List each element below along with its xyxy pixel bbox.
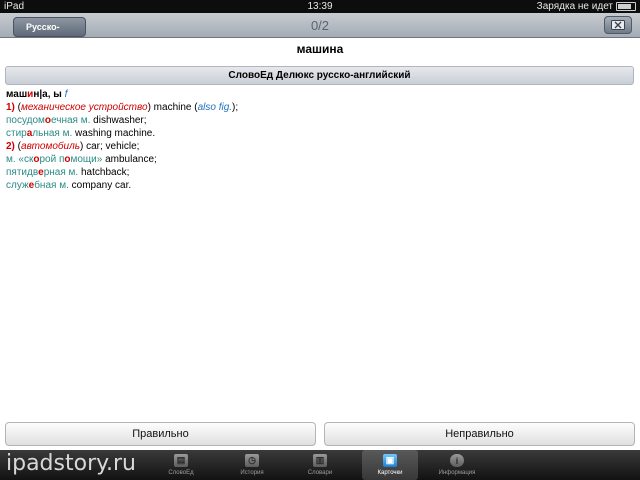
tab-slovoed[interactable]: ▤ СловоЕд (153, 450, 209, 480)
cards-icon: ▣ (383, 454, 397, 467)
example-link[interactable]: пятидверная м. (6, 167, 78, 178)
article-example: пятидверная м. hatchback; (6, 167, 130, 178)
example-link[interactable]: посудомоечная м. (6, 115, 90, 126)
close-button[interactable] (604, 16, 632, 34)
battery-text: Зарядка не идет (536, 1, 613, 12)
correct-button[interactable]: Правильно (5, 422, 316, 446)
article-example: м. «скорой помощи» ambulance; (6, 154, 157, 165)
incorrect-button[interactable]: Неправильно (324, 422, 635, 446)
battery-status: Зарядка не идет (537, 0, 636, 13)
article-sense-1: 1) (механическое устройство) machine (al… (6, 102, 239, 113)
dictionaries-icon: ▥ (313, 454, 327, 467)
example-link[interactable]: служебная м. (6, 180, 69, 191)
history-icon: ◷ (245, 454, 259, 467)
watermark: ipadstory.ru (6, 451, 136, 476)
card-counter: 0/2 (310, 18, 330, 33)
reference-link[interactable]: also fig. (198, 102, 232, 113)
battery-icon (616, 2, 636, 11)
dictionary-article: машин|а, ы f 1) (механическое устройство… (6, 88, 626, 192)
article-headword-line: машин|а, ы f (6, 89, 68, 100)
article-sense-2: 2) (автомобиль) car; vehicle; (6, 141, 140, 152)
article-example: посудомоечная м. dishwasher; (6, 115, 147, 126)
tab-info[interactable]: i Информация (429, 450, 485, 480)
back-button[interactable]: Русско-Английское (13, 17, 87, 50)
close-icon (611, 20, 625, 30)
info-icon: i (450, 454, 464, 467)
example-link[interactable]: м. «скорой помощи» (6, 154, 102, 165)
status-bar: iPad 13:39 Зарядка не идет (0, 0, 640, 13)
tab-history[interactable]: ◷ История (224, 450, 280, 480)
example-link[interactable]: стиральная м. (6, 128, 72, 139)
tab-dictionaries[interactable]: ▥ Словари (292, 450, 348, 480)
book-icon: ▤ (174, 454, 188, 467)
navigation-bar: 0/2 Русско-Английское (0, 13, 640, 50)
tab-cards[interactable]: ▣ Карточки (362, 450, 418, 480)
dictionary-header: СловоЕд Делюкс русско-английский (5, 66, 634, 85)
article-example: стиральная м. washing machine. (6, 128, 156, 139)
article-example: служебная м. company car. (6, 180, 132, 191)
headword: машина (296, 42, 344, 56)
